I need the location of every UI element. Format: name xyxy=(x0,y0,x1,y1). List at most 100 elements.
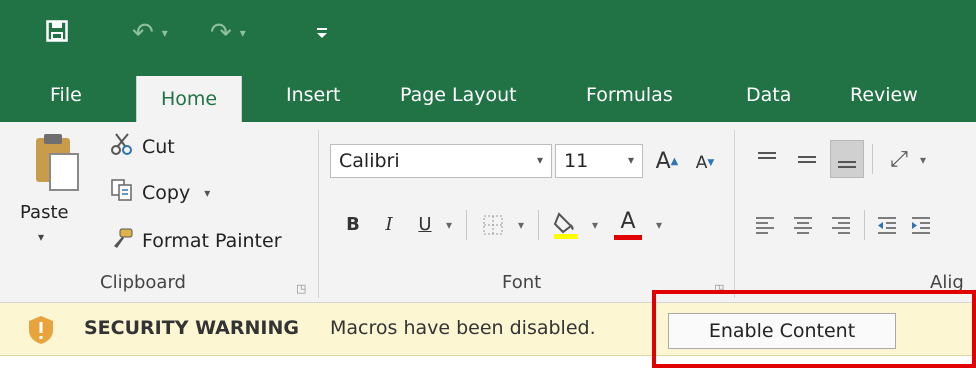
undo-button[interactable]: ↶ ▾ xyxy=(132,18,176,48)
font-name-dropdown-icon[interactable]: ▾ xyxy=(537,153,543,167)
clipboard-group-label: Clipboard xyxy=(100,272,186,293)
redo-dropdown-icon[interactable]: ▾ xyxy=(240,26,246,40)
tab-file[interactable]: File xyxy=(46,68,86,122)
font-color-dropdown-icon[interactable]: ▾ xyxy=(650,212,668,238)
bold-icon: B xyxy=(346,213,360,235)
tab-label: File xyxy=(50,84,82,106)
tab-label: Page Layout xyxy=(400,84,517,106)
underline-icon: U xyxy=(418,213,432,235)
bottom-align-button[interactable] xyxy=(830,140,864,178)
tab-page-layout[interactable]: Page Layout xyxy=(396,68,521,122)
align-center-button[interactable] xyxy=(788,210,818,240)
alignment-group-label: Alig xyxy=(930,272,964,293)
grow-font-button[interactable]: A ▲ xyxy=(650,144,684,178)
toolbar-divider xyxy=(864,210,865,240)
decrease-indent-icon xyxy=(878,217,896,234)
scissors-icon xyxy=(110,132,134,161)
ribbon-tabs: File Home Insert Page Layout Formulas Da… xyxy=(0,68,976,122)
font-size-combobox[interactable]: 11 ▾ xyxy=(555,144,643,178)
fill-color-dropdown-icon[interactable]: ▾ xyxy=(586,212,604,238)
middle-align-icon xyxy=(798,156,816,163)
tab-review[interactable]: Review xyxy=(846,68,922,122)
tab-insert[interactable]: Insert xyxy=(282,68,345,122)
paste-label[interactable]: Paste xyxy=(20,202,69,223)
redo-button[interactable]: ↷ ▾ xyxy=(210,18,254,48)
copy-icon xyxy=(110,178,134,207)
ribbon-home: Paste ▾ Cut Copy ▾ Format Painter Clipbo… xyxy=(0,122,976,303)
font-size-value: 11 xyxy=(564,150,589,172)
grow-font-icon: A xyxy=(655,148,671,174)
copy-dropdown-icon[interactable]: ▾ xyxy=(204,186,210,200)
align-left-button[interactable] xyxy=(750,210,780,240)
group-divider xyxy=(318,130,319,298)
increase-indent-button[interactable] xyxy=(906,210,936,240)
group-divider xyxy=(734,130,735,298)
security-warning-message: Macros have been disabled. xyxy=(330,317,596,339)
tab-label: Insert xyxy=(286,84,341,106)
undo-icon: ↶ xyxy=(132,18,154,48)
copy-button[interactable]: Copy ▾ xyxy=(110,178,210,207)
save-icon xyxy=(46,20,68,46)
format-painter-label: Format Painter xyxy=(142,229,282,252)
borders-button[interactable] xyxy=(476,210,510,240)
decrease-indent-button[interactable] xyxy=(872,210,902,240)
enable-content-button[interactable]: Enable Content xyxy=(668,313,896,349)
warning-shield-icon xyxy=(28,315,54,345)
worksheet-area xyxy=(0,356,976,374)
redo-icon: ↷ xyxy=(210,18,232,48)
shrink-font-button[interactable]: A ▼ xyxy=(690,148,720,178)
tab-label: Data xyxy=(746,84,792,106)
format-painter-button[interactable]: Format Painter xyxy=(110,226,282,255)
increase-indent-icon xyxy=(912,217,930,234)
toolbar-divider xyxy=(872,144,873,174)
middle-align-button[interactable] xyxy=(792,142,822,176)
tab-label: Home xyxy=(161,88,218,110)
cut-label: Cut xyxy=(142,135,175,158)
toolbar-divider xyxy=(466,210,467,240)
font-launcher-icon[interactable]: ◳ xyxy=(714,282,724,295)
bottom-align-icon xyxy=(838,161,856,168)
font-name-value: Calibri xyxy=(339,150,400,172)
orientation-icon: ⤢ xyxy=(890,146,908,172)
tab-home[interactable]: Home xyxy=(136,76,243,122)
tab-label: Formulas xyxy=(586,84,673,106)
underline-button[interactable]: U xyxy=(412,208,438,240)
font-color-icon: A xyxy=(620,208,636,234)
undo-dropdown-icon[interactable]: ▾ xyxy=(162,26,168,40)
top-align-button[interactable] xyxy=(752,142,782,176)
paste-button[interactable] xyxy=(34,132,82,196)
cut-button[interactable]: Cut xyxy=(110,132,175,161)
security-warning-bar: SECURITY WARNING Macros have been disabl… xyxy=(0,303,976,356)
shrink-font-icon: A xyxy=(695,153,708,173)
format-painter-icon xyxy=(110,226,134,255)
orientation-dropdown-icon[interactable]: ▾ xyxy=(916,148,930,172)
font-group-label: Font xyxy=(502,272,542,293)
paint-bucket-icon xyxy=(553,212,578,239)
underline-dropdown-icon[interactable]: ▾ xyxy=(440,212,458,238)
borders-dropdown-icon[interactable]: ▾ xyxy=(512,212,530,238)
align-center-icon xyxy=(794,217,812,234)
borders-icon xyxy=(483,215,503,235)
customize-qat-icon xyxy=(316,24,328,43)
fill-color-button[interactable] xyxy=(546,208,586,242)
font-size-dropdown-icon[interactable]: ▾ xyxy=(628,153,634,167)
font-color-swatch xyxy=(614,234,642,240)
orientation-button[interactable]: ⤢ xyxy=(882,142,916,176)
font-name-combobox[interactable]: Calibri ▾ xyxy=(330,144,552,178)
copy-label: Copy xyxy=(142,181,191,204)
align-right-icon xyxy=(832,217,850,234)
paste-icon xyxy=(36,134,79,191)
top-align-icon xyxy=(758,152,776,159)
security-warning-title: SECURITY WARNING xyxy=(84,317,299,339)
tab-formulas[interactable]: Formulas xyxy=(582,68,677,122)
toolbar-divider xyxy=(538,210,539,240)
bold-button[interactable]: B xyxy=(340,208,366,240)
save-button[interactable] xyxy=(44,18,70,48)
font-color-button[interactable]: A xyxy=(608,206,648,244)
align-right-button[interactable] xyxy=(826,210,856,240)
italic-button[interactable]: I xyxy=(376,208,402,240)
paste-dropdown-icon[interactable]: ▾ xyxy=(38,230,44,244)
tab-data[interactable]: Data xyxy=(742,68,795,122)
clipboard-launcher-icon[interactable]: ◳ xyxy=(296,282,306,295)
customize-quick-access-button[interactable] xyxy=(316,18,336,48)
